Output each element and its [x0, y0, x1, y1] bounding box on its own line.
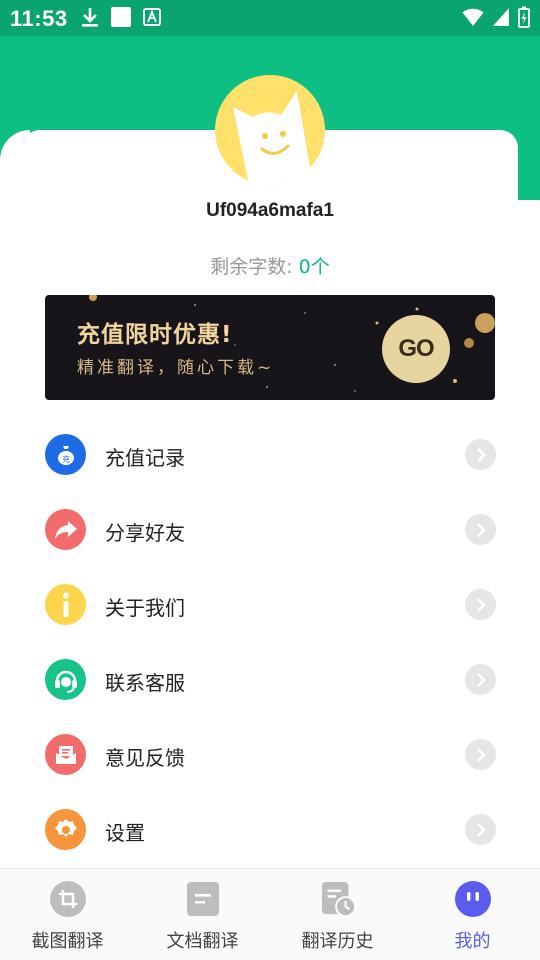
document-icon	[185, 881, 221, 917]
battery-charging-icon	[518, 6, 530, 32]
menu-item-label: 充值记录	[105, 446, 185, 470]
username: Uf094a6mafa1	[206, 200, 334, 221]
blank-notification-icon	[110, 6, 132, 32]
go-button[interactable]: GO	[382, 315, 450, 383]
recharge-promo-banner[interactable]: 充值限时优惠! 精准翻译，随心下载~ GO	[45, 295, 495, 400]
svg-text:充: 充	[62, 454, 70, 464]
tab-mine[interactable]: 我的	[405, 869, 540, 960]
remaining-characters: 剩余字数: 0个	[0, 252, 540, 279]
banner-subtitle: 精准翻译，随心下载~	[77, 358, 275, 378]
chevron-right-icon	[465, 739, 496, 770]
tab-label: 文档翻译	[166, 931, 239, 952]
chevron-right-icon	[465, 814, 496, 845]
wifi-icon	[462, 7, 484, 31]
settings-menu: 充 充值记录 分享好友 关于我们 联系客服 意见反馈 设置	[0, 418, 540, 868]
feedback-mail-icon	[45, 734, 86, 775]
menu-item-about-us[interactable]: 关于我们	[0, 568, 540, 643]
gear-icon	[45, 809, 86, 850]
tab-document-translate[interactable]: 文档翻译	[135, 869, 270, 960]
signal-icon	[492, 7, 510, 31]
history-icon	[320, 881, 356, 917]
status-time: 11:53	[10, 6, 68, 31]
remaining-count: 0个	[298, 256, 330, 278]
info-icon	[45, 584, 86, 625]
banner-title: 充值限时优惠!	[77, 322, 233, 348]
profile-face-icon	[454, 881, 491, 917]
chevron-right-icon	[465, 439, 496, 470]
cat-mascot-icon	[233, 91, 313, 185]
tab-label: 截图翻译	[31, 931, 104, 952]
share-icon	[45, 509, 86, 550]
avatar[interactable]	[215, 75, 325, 185]
menu-item-recharge-history[interactable]: 充 充值记录	[0, 418, 540, 493]
menu-item-label: 关于我们	[105, 596, 185, 620]
menu-item-feedback[interactable]: 意见反馈	[0, 718, 540, 793]
chevron-right-icon	[465, 664, 496, 695]
menu-item-contact-support[interactable]: 联系客服	[0, 643, 540, 718]
menu-item-settings[interactable]: 设置	[0, 793, 540, 868]
status-system-icons	[462, 6, 530, 32]
money-bag-icon: 充	[45, 434, 86, 475]
menu-item-label: 分享好友	[105, 521, 185, 545]
status-notification-icons	[80, 6, 162, 32]
chevron-right-icon	[465, 589, 496, 620]
tab-screenshot-translate[interactable]: 截图翻译	[0, 869, 135, 960]
menu-item-label: 设置	[105, 821, 145, 845]
bottom-tab-bar: 截图翻译 文档翻译 翻译历史 我的	[0, 868, 540, 960]
tab-label: 我的	[454, 931, 491, 952]
tab-translation-history[interactable]: 翻译历史	[270, 869, 405, 960]
remaining-label: 剩余字数:	[210, 256, 299, 278]
translate-app-icon	[142, 7, 162, 31]
menu-item-label: 意见反馈	[105, 746, 185, 770]
download-icon	[80, 6, 100, 32]
headset-icon	[45, 659, 86, 700]
crop-icon	[49, 881, 86, 917]
menu-item-label: 联系客服	[105, 671, 185, 695]
menu-item-share-friends[interactable]: 分享好友	[0, 493, 540, 568]
tab-label: 翻译历史	[301, 931, 374, 952]
status-bar: 11:53	[0, 0, 540, 36]
chevron-right-icon	[465, 514, 496, 545]
